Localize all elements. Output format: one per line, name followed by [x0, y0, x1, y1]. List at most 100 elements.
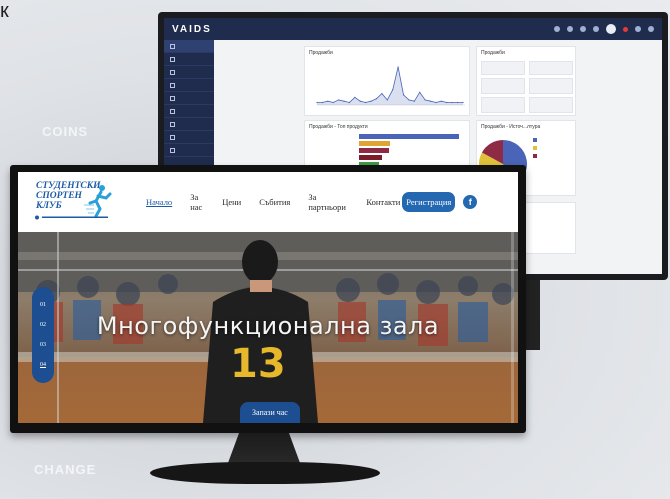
line-point: [392, 89, 394, 91]
pie-title: Продажби - Источ...лтура: [481, 124, 541, 130]
sales-line-chart: [316, 66, 465, 106]
sidebar-item-icon: [170, 56, 175, 62]
nav-prices[interactable]: Цени: [222, 197, 241, 207]
sidebar-item[interactable]: [164, 118, 214, 131]
settings-icon[interactable]: [567, 26, 573, 32]
line-point: [386, 99, 388, 101]
slide-3[interactable]: 03: [40, 342, 46, 348]
sidebar-item[interactable]: [164, 79, 214, 92]
background-word-coins: COINS: [42, 124, 89, 139]
sidebar-item[interactable]: [164, 53, 214, 66]
sidebar-item[interactable]: [164, 131, 214, 144]
slide-2[interactable]: 02: [40, 322, 46, 328]
register-button[interactable]: Регистрация: [402, 192, 456, 212]
pie-legend-swatch: [533, 138, 537, 142]
slide-1[interactable]: 01: [40, 302, 46, 308]
category-bar: [359, 141, 390, 146]
line-point: [332, 101, 334, 104]
avatar[interactable]: [606, 24, 616, 34]
stat-box: [481, 97, 525, 113]
hero-title: Многофункционална зала: [96, 312, 440, 340]
monitor-stand-base: [150, 462, 380, 484]
sidebar-item-icon: [170, 43, 175, 49]
category-bar: [359, 134, 459, 139]
mail-icon[interactable]: [593, 26, 599, 32]
grid-icon[interactable]: [580, 26, 586, 32]
nav-events[interactable]: Събития: [259, 197, 290, 207]
sidebar-item-icon: [170, 121, 175, 127]
line-point: [419, 91, 421, 93]
slide-4[interactable]: 04: [40, 362, 46, 368]
bell-icon[interactable]: [635, 26, 641, 32]
dashboard-logo: VAIDS: [172, 23, 212, 35]
lower-stats-panel: [524, 202, 576, 254]
sidebar-item-icon: [170, 108, 175, 114]
sidebar-item-icon: [170, 82, 175, 88]
runner-icon: [84, 185, 112, 217]
nav-home[interactable]: Начало: [146, 197, 172, 207]
background-word-change: CHANGE: [34, 462, 97, 477]
line-area: [317, 67, 463, 105]
scrollbar[interactable]: [511, 232, 514, 423]
user-menu-icon[interactable]: [648, 26, 654, 32]
stat-box: [529, 97, 573, 113]
search-icon[interactable]: [554, 26, 560, 32]
site-header: СТУДЕНТСКИ СПОРТЕН КЛУБ Начало За нас Це…: [18, 172, 518, 232]
sidebar-item-icon: [170, 69, 175, 75]
notification-badge[interactable]: [623, 26, 628, 32]
stat-box: [481, 61, 525, 75]
line-point: [365, 101, 367, 104]
sidebar-item[interactable]: [164, 40, 214, 53]
nav-about[interactable]: За нас: [190, 192, 204, 212]
line-point: [435, 101, 437, 104]
line-point: [446, 101, 448, 104]
sidebar-item[interactable]: [164, 66, 214, 79]
line-point: [316, 101, 318, 104]
category-title: Продажби - Топ продукти: [309, 124, 368, 130]
pie-legend-swatch: [533, 146, 537, 150]
stats-title: Продажби: [481, 50, 505, 56]
line-point: [424, 99, 426, 101]
sidebar-item[interactable]: [164, 105, 214, 118]
website-screen: СТУДЕНТСКИ СПОРТЕН КЛУБ Начало За нас Це…: [18, 172, 518, 423]
stat-box: [481, 78, 525, 94]
sidebar-item[interactable]: [164, 144, 214, 157]
sidebar-item-icon: [170, 147, 175, 153]
stat-box: [529, 61, 573, 75]
line-point: [402, 94, 405, 96]
svg-text:13: 13: [230, 341, 286, 387]
line-point: [343, 100, 345, 102]
line-point: [381, 93, 383, 95]
dashboard-topbar: VAIDS: [164, 18, 662, 40]
pie-legend-swatch: [533, 154, 537, 158]
line-point: [429, 100, 432, 102]
line-point: [327, 100, 329, 102]
book-button[interactable]: Запази час: [240, 402, 300, 423]
line-point: [451, 101, 453, 104]
slider-pagination: 01 02 03 04: [32, 287, 54, 383]
line-point: [354, 96, 356, 98]
line-point: [440, 100, 442, 102]
facebook-icon[interactable]: f: [463, 195, 478, 209]
line-point: [348, 101, 351, 104]
nav-contacts[interactable]: Контакти: [366, 197, 400, 207]
sales-chart-panel: Продажби: [304, 46, 470, 116]
front-monitor: СТУДЕНТСКИ СПОРТЕН КЛУБ Начало За нас Це…: [10, 165, 526, 433]
stats-panel: Продажби: [476, 46, 576, 116]
logo-tagline: [35, 215, 108, 220]
hero-banner: 13 Многофункционална зала 01 02 03 04 За…: [18, 232, 518, 423]
line-point: [321, 101, 324, 104]
line-point: [375, 98, 378, 100]
main-nav: Начало За нас Цени Събития За партньори …: [146, 192, 400, 212]
line-point: [338, 99, 340, 101]
line-point: [359, 100, 361, 102]
sidebar-item-icon: [170, 95, 175, 101]
club-logo[interactable]: СТУДЕНТСКИ СПОРТЕН КЛУБ: [26, 179, 116, 225]
nav-partners[interactable]: За партньори: [308, 192, 348, 212]
line-point: [397, 66, 399, 68]
sidebar-item[interactable]: [164, 92, 214, 105]
corner-letter: к: [0, 0, 9, 22]
line-point: [408, 99, 410, 101]
sales-chart-title: Продажби: [309, 50, 333, 56]
category-bar: [359, 155, 382, 160]
